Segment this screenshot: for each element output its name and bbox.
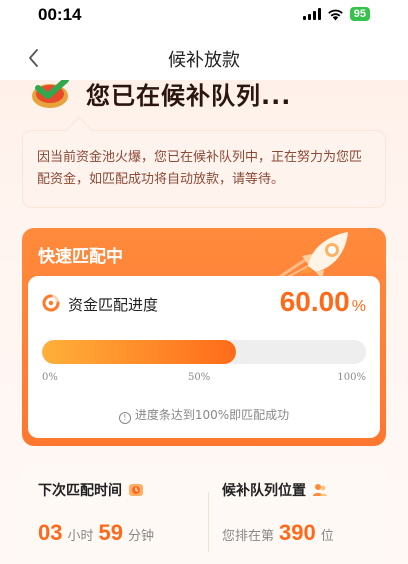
page-title: 候补放款 (168, 50, 240, 71)
hero: 您已在候补队列... (0, 80, 408, 114)
status-bar: 00:14 95 (0, 0, 408, 30)
progress-number: 60.00 (279, 286, 350, 317)
status-time: 00:14 (38, 5, 82, 24)
progress-hint-text: 进度条达到100%即匹配成功 (134, 408, 290, 422)
progress-label: 资金匹配进度 (68, 296, 159, 314)
fast-match-card: 快速匹配中 资金匹配进度 60.00% 0% 50% 100% ! 进度条达到1… (22, 228, 386, 446)
notice-text: 因当前资金池火爆，您已在候补队列中，正在努力为您匹配资金，如匹配成功将自动放款，… (37, 150, 363, 187)
match-progress-panel: 资金匹配进度 60.00% 0% 50% 100% ! 进度条达到100%即匹配成… (28, 276, 380, 438)
minutes-unit: 分钟 (127, 529, 154, 544)
next-match-countdown: 03 小时 59 分钟 (38, 520, 154, 546)
queue-position-row: 您排在第 390 位 (222, 520, 334, 546)
nav-bar: 候补放款 (0, 36, 408, 80)
queue-position-section: 候补队列位置 您排在第 390 位 (222, 480, 334, 546)
queue-info-card: 下次匹配时间 03 小时 59 分钟 候补队列位置 您排在第 390 位 (22, 462, 386, 564)
hours-value: 03 (38, 520, 63, 545)
next-match-title: 下次匹配时间 (38, 483, 122, 499)
queue-suffix: 位 (320, 529, 334, 544)
queue-prefix: 您排在第 (222, 529, 275, 544)
notice-pointer (64, 116, 94, 146)
queue-number: 390 (279, 520, 316, 545)
hours-unit: 小时 (67, 529, 94, 544)
battery-indicator: 95 (349, 7, 370, 21)
rocket-icon (270, 232, 348, 284)
tick-label-end: 100% (337, 372, 366, 383)
signal-icon (302, 8, 321, 20)
progress-value: 60.00% (280, 286, 366, 318)
progress-fill (42, 340, 237, 364)
queue-title: 候补队列位置 (222, 483, 306, 499)
main-content[interactable]: 您已在候补队列... 因当前资金池火爆，您已在候补队列中，正在努力为您匹配资金，… (0, 80, 408, 564)
match-header: 快速匹配中 (38, 247, 123, 267)
shield-check-icon (32, 80, 69, 108)
next-match-title-row: 下次匹配时间 (38, 480, 154, 500)
loading-icon (42, 294, 60, 312)
people-icon (313, 484, 327, 496)
clock-icon (129, 484, 143, 496)
next-match-section: 下次匹配时间 03 小时 59 分钟 (38, 480, 154, 546)
status-indicators: 95 (302, 7, 370, 21)
tick-label-middle: 50% (188, 372, 211, 383)
progress-unit: % (351, 298, 366, 315)
minutes-value: 59 (98, 520, 123, 545)
progress-hint: ! 进度条达到100%即匹配成功 (28, 406, 380, 424)
notice-box: 因当前资金池火爆，您已在候补队列中，正在努力为您匹配资金，如匹配成功将自动放款，… (22, 116, 386, 208)
queue-title-row: 候补队列位置 (222, 480, 334, 500)
info-icon: ! (118, 412, 131, 424)
wifi-icon (327, 9, 343, 20)
tick-label-start: 0% (42, 372, 58, 383)
progress-track (42, 340, 366, 364)
hero-title: 您已在候补队列... (86, 82, 292, 110)
divider (208, 492, 209, 552)
